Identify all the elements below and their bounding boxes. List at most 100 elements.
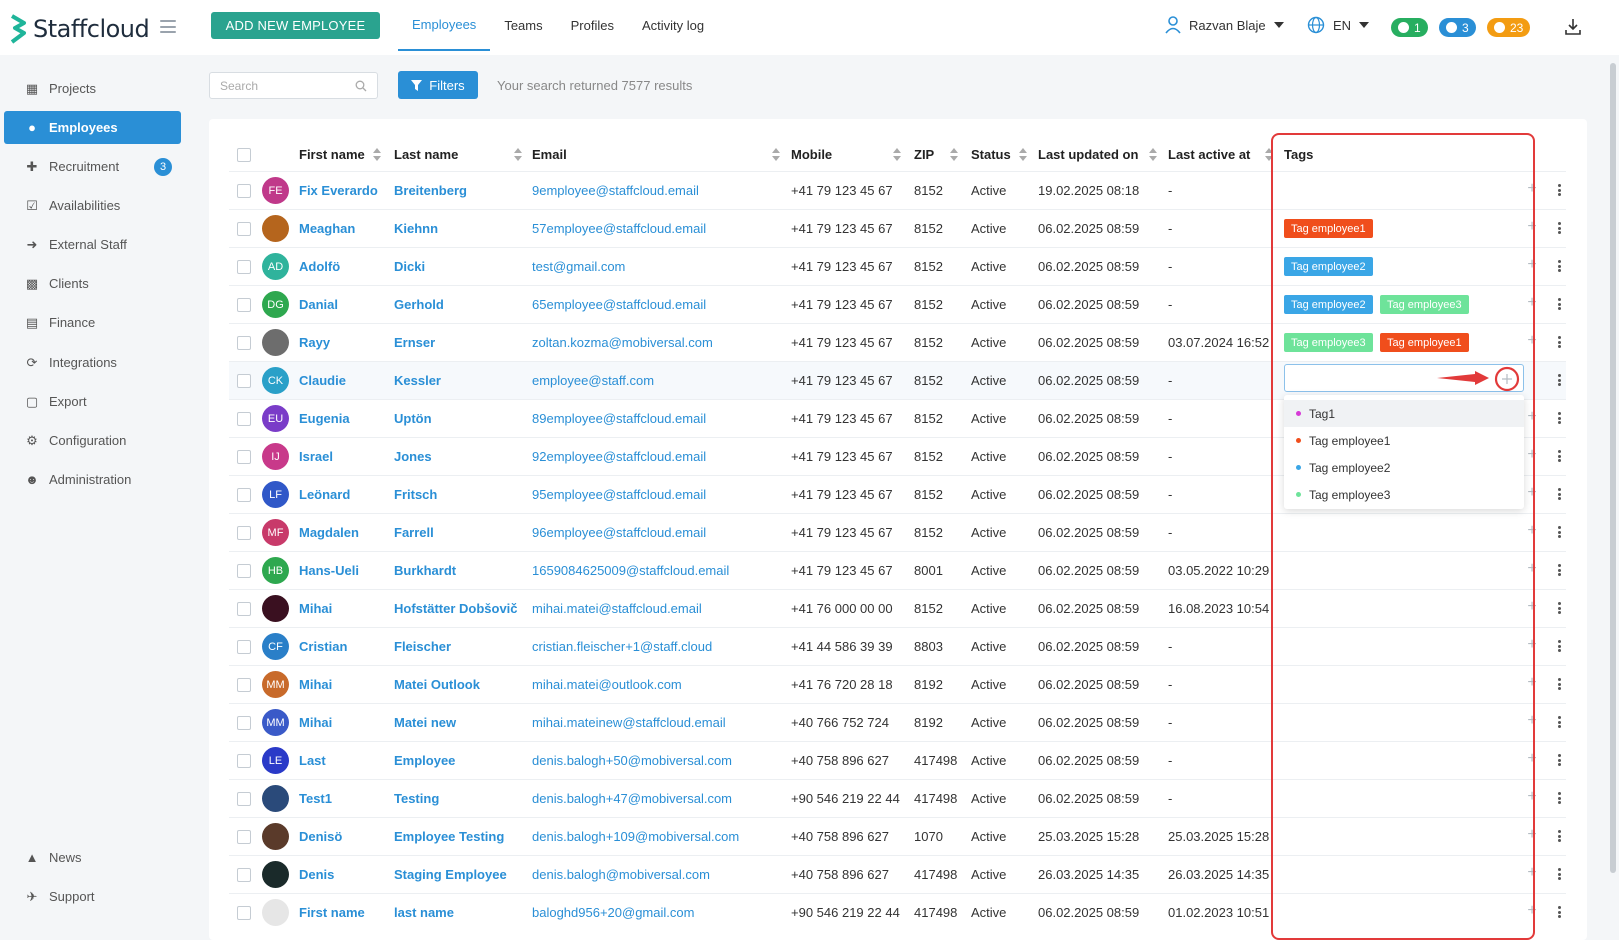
email-link[interactable]: mihai.matei@outlook.com [532,677,682,692]
add-tag-icon[interactable]: + [1524,561,1540,577]
row-actions-icon[interactable] [1556,865,1562,883]
sidebar-item-integrations[interactable]: ⟳ Integrations [4,346,181,379]
first-name-link[interactable]: Cristian [299,639,347,654]
row-checkbox[interactable] [237,184,251,198]
bell-notifications-badge[interactable]: 3 [1439,18,1476,37]
page-scrollbar[interactable] [1607,55,1619,940]
sort-icon[interactable] [1019,148,1027,162]
sidebar-item-support[interactable]: ✈ Support [4,880,181,913]
email-link[interactable]: 96employee@staffcloud.email [532,525,706,540]
row-actions-icon[interactable] [1556,903,1562,921]
sort-icon[interactable] [1149,148,1157,162]
add-tag-icon[interactable]: + [1524,789,1540,805]
tab-employees[interactable]: Employees [398,0,491,51]
avatar[interactable]: AD [262,253,289,280]
avatar[interactable] [262,329,289,356]
sort-icon[interactable] [1265,148,1273,162]
last-name-link[interactable]: Breitenberg [394,183,467,198]
first-name-link[interactable]: Hans-Ueli [299,563,359,578]
table-row[interactable]: Denisö Employee Testing denis.balogh+109@m… [229,817,1566,855]
row-checkbox[interactable] [237,222,251,236]
sort-icon[interactable] [772,148,780,162]
table-row[interactable]: Mihai Hofstätter Dobšovič mihai.matei@staf… [229,589,1566,627]
avatar[interactable]: IJ [262,443,289,470]
first-name-link[interactable]: Meaghan [299,221,355,236]
row-actions-icon[interactable] [1556,713,1562,731]
row-actions-icon[interactable] [1556,219,1562,237]
row-actions-icon[interactable] [1556,257,1562,275]
sidebar-item-projects[interactable]: ▦ Projects [4,72,181,105]
sort-icon[interactable] [373,148,381,162]
app-logo[interactable]: Staffcloud [9,14,150,44]
row-actions-icon[interactable] [1556,409,1562,427]
email-link[interactable]: 92employee@staffcloud.email [532,449,706,464]
last-name-link[interactable]: Burkhardt [394,563,456,578]
last-name-link[interactable]: Farrell [394,525,434,540]
add-tag-icon[interactable]: + [1524,827,1540,843]
row-actions-icon[interactable] [1556,447,1562,465]
avatar[interactable]: LE [262,747,289,774]
sidebar-item-export[interactable]: ▢ Export [4,385,181,418]
sort-icon[interactable] [893,148,901,162]
table-row[interactable]: Rayy Ernser zoltan.kozma@mobiversal.com +41… [229,323,1566,361]
row-checkbox[interactable] [237,830,251,844]
first-name-link[interactable]: Fix Everardo [299,183,378,198]
table-row[interactable]: FE Fix Everardo Breitenberg 9employee@staff… [229,171,1566,209]
table-row[interactable]: CF Cristian Fleischer cristian.fleischer+1@… [229,627,1566,665]
first-name-link[interactable]: Test1 [299,791,332,806]
avatar[interactable] [262,785,289,812]
avatar[interactable]: HB [262,557,289,584]
last-name-link[interactable]: Hofstätter Dobšovič [394,601,518,616]
col-last-updated[interactable]: Last updated on [1038,147,1138,162]
first-name-link[interactable]: Leönard [299,487,350,502]
tab-activity-log[interactable]: Activity log [628,0,718,51]
table-row[interactable]: AD Adolfö Dicki test@gmail.com +41 79 123 45… [229,247,1566,285]
row-actions-icon[interactable] [1556,675,1562,693]
row-actions-icon[interactable] [1556,637,1562,655]
tag-chip[interactable]: Tag employee1 [1380,333,1469,352]
row-checkbox[interactable] [237,906,251,920]
row-checkbox[interactable] [237,374,251,388]
row-checkbox[interactable] [237,754,251,768]
last-name-link[interactable]: Matei Outlook [394,677,480,692]
row-checkbox[interactable] [237,678,251,692]
first-name-link[interactable]: Eugenia [299,411,350,426]
first-name-link[interactable]: Magdalen [299,525,359,540]
row-checkbox[interactable] [237,260,251,274]
email-link[interactable]: employee@staff.com [532,373,654,388]
tag-option[interactable]: Tag employee1 [1284,427,1524,454]
table-row[interactable]: MM Mihai Matei new mihai.mateinew@staffclou… [229,703,1566,741]
row-checkbox[interactable] [237,526,251,540]
last-name-link[interactable]: Matei new [394,715,456,730]
first-name-link[interactable]: Israel [299,449,333,464]
col-email[interactable]: Email [532,147,567,162]
row-actions-icon[interactable] [1556,599,1562,617]
language-selector[interactable]: EN [1307,16,1370,34]
email-link[interactable]: 89employee@staffcloud.email [532,411,706,426]
search-input[interactable]: Search [209,72,378,99]
sidebar-item-availabilities[interactable]: ☑ Availabilities [4,189,181,222]
col-status[interactable]: Status [971,147,1011,162]
col-first-name[interactable]: First name [299,147,365,162]
email-link[interactable]: baloghd956+20@gmail.com [532,905,694,920]
email-link[interactable]: 95employee@staffcloud.email [532,487,706,502]
row-actions-icon[interactable] [1556,523,1562,541]
add-tag-icon[interactable]: + [1524,865,1540,881]
add-tag-icon[interactable]: + [1524,333,1540,349]
sort-icon[interactable] [514,148,522,162]
row-checkbox[interactable] [237,336,251,350]
first-name-link[interactable]: Rayy [299,335,330,350]
col-last-name[interactable]: Last name [394,147,458,162]
table-row[interactable]: HB Hans-Ueli Burkhardt 1659084625009@staffc… [229,551,1566,589]
tag-chip[interactable]: Tag employee3 [1380,295,1469,314]
row-checkbox[interactable] [237,412,251,426]
tag-option[interactable]: Tag employee2 [1284,454,1524,481]
row-actions-icon[interactable] [1556,561,1562,579]
add-tag-icon[interactable]: + [1524,713,1540,729]
row-checkbox[interactable] [237,450,251,464]
row-checkbox[interactable] [237,868,251,882]
row-checkbox[interactable] [237,602,251,616]
table-row[interactable]: First name last name baloghd956+20@gmail.c… [229,893,1566,931]
chat-notifications-badge[interactable]: 1 [1391,18,1428,37]
avatar[interactable] [262,823,289,850]
